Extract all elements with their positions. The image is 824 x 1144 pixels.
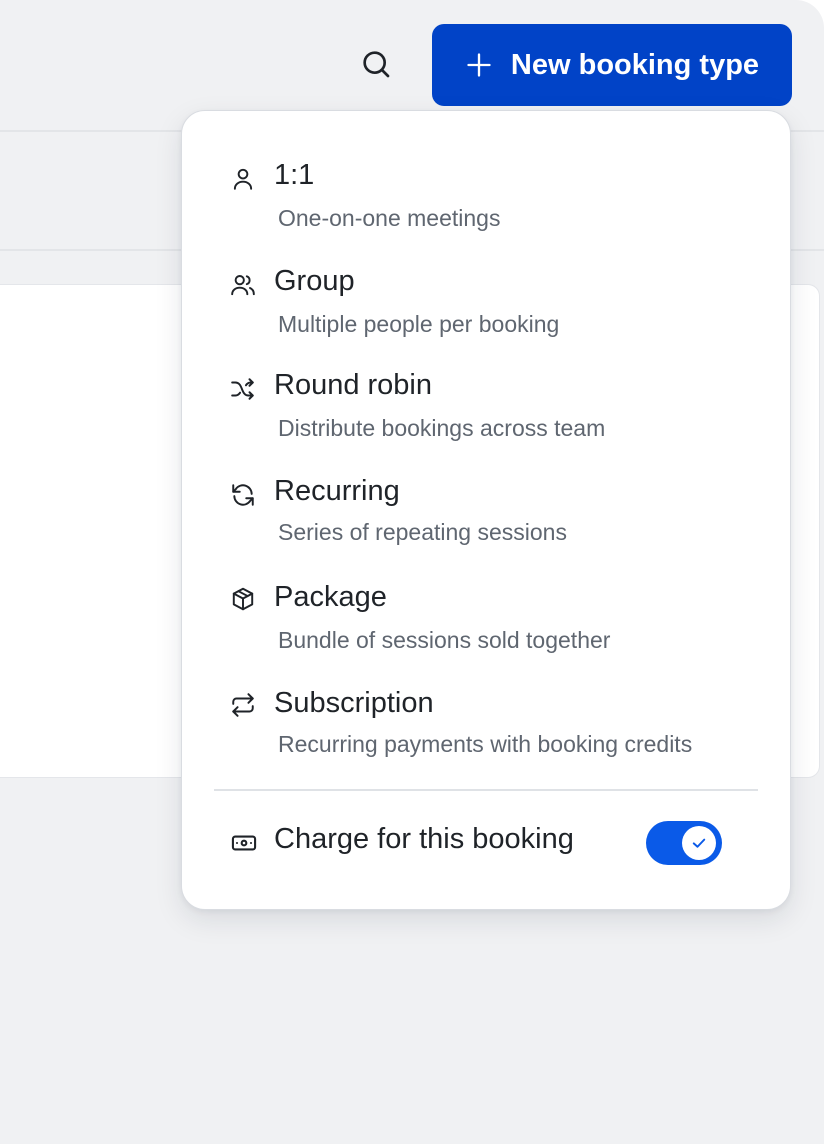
menu-item-title: Package <box>274 581 387 613</box>
menu-item-title: Recurring <box>274 475 400 507</box>
menu-item-description: Recurring payments with booking credits <box>278 731 693 757</box>
menu-item-group[interactable]: Group Multiple people per booking <box>182 259 790 355</box>
refresh-icon <box>230 482 256 508</box>
new-booking-type-label: New booking type <box>510 48 760 81</box>
user-icon <box>230 166 256 192</box>
check-icon <box>692 838 706 848</box>
menu-item-description: Multiple people per booking <box>278 311 560 337</box>
menu-item-subscription[interactable]: Subscription Recurring payments with boo… <box>182 679 790 775</box>
banknote-icon <box>230 829 258 857</box>
menu-item-title: 1:1 <box>274 159 315 191</box>
menu-item-one-on-one[interactable]: 1:1 One-on-one meetings <box>182 153 790 249</box>
users-icon <box>230 272 256 298</box>
menu-item-recurring[interactable]: Recurring Series of repeating sessions <box>182 469 790 565</box>
new-booking-type-button[interactable]: New booking type <box>432 24 792 106</box>
menu-item-description: One-on-one meetings <box>278 205 501 231</box>
charge-for-booking-label: Charge for this booking <box>274 823 574 855</box>
menu-item-title: Subscription <box>274 687 434 719</box>
charge-for-booking-row[interactable]: Charge for this booking <box>182 811 790 875</box>
repeat-icon <box>230 692 256 718</box>
menu-item-description: Bundle of sessions sold together <box>278 627 611 653</box>
plus-icon <box>467 53 491 77</box>
menu-item-title: Round robin <box>274 369 432 401</box>
charge-toggle[interactable] <box>646 821 722 865</box>
search-button[interactable] <box>352 40 400 88</box>
menu-item-round-robin[interactable]: Round robin Distribute bookings across t… <box>182 363 790 459</box>
toggle-knob <box>682 826 716 860</box>
search-icon <box>363 51 390 78</box>
menu-item-package[interactable]: Package Bundle of sessions sold together <box>182 573 790 669</box>
package-icon <box>230 586 256 612</box>
menu-item-title: Group <box>274 265 355 297</box>
menu-item-description: Distribute bookings across team <box>278 415 606 441</box>
shuffle-icon <box>230 376 256 402</box>
booking-type-menu: 1:1 One-on-one meetings Group Multiple p… <box>181 110 791 910</box>
menu-divider <box>214 789 758 791</box>
menu-item-description: Series of repeating sessions <box>278 519 567 545</box>
